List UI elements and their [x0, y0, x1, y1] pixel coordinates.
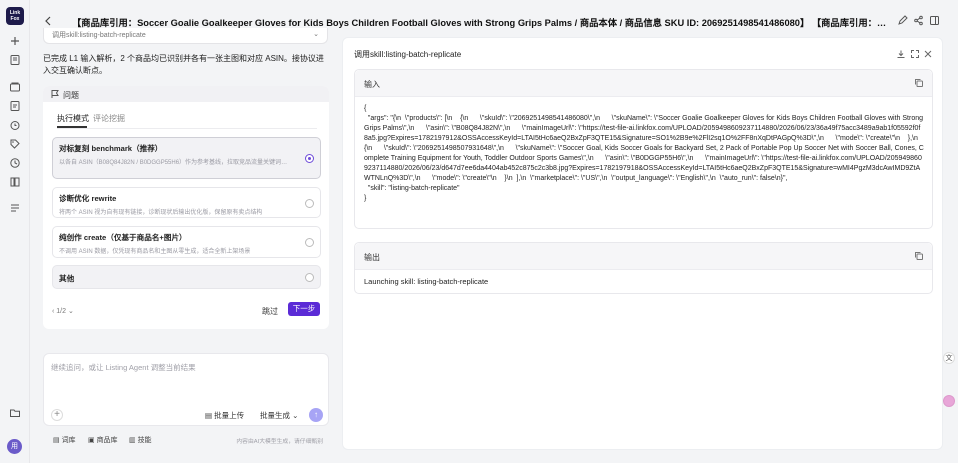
- option-rewrite[interactable]: 诊断优化 rewrite 将两个 ASIN 视为自有现有链接，诊断现状后输出优化…: [52, 187, 321, 218]
- footer-product-library-label: 商品库: [96, 437, 118, 444]
- active-tab-indicator: [57, 126, 87, 128]
- option-title: 对标复刻 benchmark（推荐）: [59, 144, 163, 153]
- assistant-message: 已完成 L1 输入解析，2 个商品均已识别并各有一张主图和对应 ASIN。接协议…: [43, 54, 324, 75]
- back-arrow-icon[interactable]: [43, 15, 53, 27]
- input-section-header: 输入: [355, 70, 932, 97]
- panel-title: 调用skill:listing-batch-replicate: [354, 50, 462, 59]
- document-icon[interactable]: [9, 100, 21, 112]
- batch-generate-label: 批量生成: [260, 411, 290, 420]
- close-icon[interactable]: [923, 49, 933, 59]
- option-title: 纯创作 create（仅基于商品名+图片）: [59, 233, 187, 242]
- chevron-down-icon[interactable]: ⌄: [313, 30, 319, 38]
- assistant-bubble-icon[interactable]: [943, 395, 955, 407]
- chat-footer: ▤ 词库 ▣ 商品库 ▥ 技能 内容由AI大模型生成，请仔细甄别: [43, 432, 329, 446]
- output-section-header: 输出: [355, 243, 932, 270]
- radio-create[interactable]: [305, 238, 314, 247]
- send-button[interactable]: ↑: [309, 408, 323, 422]
- option-title: 诊断优化 rewrite: [59, 194, 117, 203]
- edit-icon[interactable]: [897, 15, 908, 26]
- library-icon[interactable]: [9, 176, 21, 188]
- question-header: 问题: [43, 86, 329, 102]
- add-attachment-button[interactable]: +: [51, 409, 63, 421]
- footer-skills[interactable]: ▥ 技能: [129, 435, 152, 445]
- chat-input-placeholder: 继续追问，或让 Listing Agent 调整当前结果: [51, 363, 196, 372]
- plus-icon[interactable]: [9, 35, 21, 47]
- list-icon[interactable]: [9, 202, 21, 214]
- output-text: Launching skill: listing-batch-replicate: [364, 277, 489, 286]
- option-desc: 将两个 ASIN 视为自有现有链接，诊断现状后输出优化版，保留原有卖点结构: [59, 210, 263, 216]
- skill-detail-panel: 调用skill:listing-batch-replicate 输入 { "ar…: [342, 37, 943, 450]
- footer-lexicon-label: 词库: [61, 437, 76, 444]
- left-rail: Link Fox 用: [0, 0, 30, 463]
- question-card: 问题 执行模式 评论挖掘 对标复刻 benchmark（推荐） 以各自 ASIN…: [43, 86, 329, 329]
- option-other[interactable]: 其他: [52, 265, 321, 289]
- tabs-divider: [57, 128, 317, 129]
- skill-call-card[interactable]: 调用skill:listing-batch-replicate ⌄: [43, 28, 328, 44]
- radio-rewrite[interactable]: [305, 199, 314, 208]
- pager[interactable]: ‹ 1/2 ⌄: [52, 307, 74, 315]
- batch-upload-button[interactable]: ▤ 批量上传: [205, 410, 244, 421]
- skill-call-label: 调用skill:listing-batch-replicate: [52, 32, 146, 39]
- footer-skills-label: 技能: [137, 437, 152, 444]
- tab-review-mining[interactable]: 评论挖掘: [93, 113, 125, 124]
- download-icon[interactable]: [896, 49, 906, 59]
- alarm-icon[interactable]: [9, 119, 21, 131]
- option-create[interactable]: 纯创作 create（仅基于商品名+图片） 不调用 ASIN 数据，仅凭现有商品…: [52, 226, 321, 258]
- radio-benchmark[interactable]: [305, 154, 314, 163]
- translate-icon[interactable]: 文: [943, 352, 955, 364]
- book-icon[interactable]: [9, 54, 21, 66]
- shop-icon[interactable]: [9, 81, 21, 93]
- page-title: 【商品库引用：Soccer Goalie Goalkeeper Gloves f…: [72, 18, 892, 28]
- footer-product-library[interactable]: ▣ 商品库: [88, 435, 118, 445]
- expand-icon[interactable]: [910, 49, 920, 59]
- next-button[interactable]: 下一步: [288, 302, 320, 316]
- output-section-label: 输出: [364, 253, 380, 262]
- app-logo-text: Link Fox: [9, 10, 21, 22]
- radio-other[interactable]: [305, 273, 314, 282]
- batch-generate-button[interactable]: 批量生成 ⌄: [260, 410, 298, 421]
- avatar[interactable]: 用: [7, 439, 22, 454]
- input-section-label: 输入: [364, 80, 380, 89]
- footer-lexicon[interactable]: ▤ 词库: [53, 435, 76, 445]
- option-desc: 不调用 ASIN 数据，仅凭现有商品名和主图从零生成，适合全新上架场景: [59, 249, 251, 255]
- tag-icon[interactable]: [9, 138, 21, 150]
- chat-input[interactable]: 继续追问，或让 Listing Agent 调整当前结果 + ▤ 批量上传 批量…: [43, 353, 329, 426]
- app-logo[interactable]: Link Fox: [6, 7, 24, 25]
- copy-icon[interactable]: [914, 78, 924, 88]
- clock-icon[interactable]: [9, 157, 21, 169]
- share-icon[interactable]: [913, 15, 924, 26]
- skip-button[interactable]: 跳过: [262, 306, 278, 317]
- tab-execution-mode[interactable]: 执行模式: [57, 113, 89, 124]
- pager-text: 1/2: [56, 308, 67, 315]
- folder-icon[interactable]: [9, 407, 21, 419]
- batch-upload-label: 批量上传: [214, 411, 245, 420]
- question-label: 问题: [63, 91, 79, 100]
- input-section: 输入 { "args": "{\n \"products\": [\n {\n …: [354, 69, 933, 229]
- panel-toggle-icon[interactable]: [929, 15, 940, 26]
- option-desc: 以各自 ASIN（B08Q84J82N / B0DGGP55H6）作为参考基线，…: [59, 160, 289, 166]
- option-title: 其他: [59, 274, 75, 283]
- option-benchmark[interactable]: 对标复刻 benchmark（推荐） 以各自 ASIN（B08Q84J82N /…: [52, 137, 321, 179]
- output-section: 输出 Launching skill: listing-batch-replic…: [354, 242, 933, 294]
- copy-icon[interactable]: [914, 251, 924, 261]
- input-code: { "args": "{\n \"products\": [\n {\n \"s…: [364, 105, 924, 202]
- ai-disclaimer: 内容由AI大模型生成，请仔细甄别: [236, 439, 323, 445]
- question-flag-icon: [50, 89, 60, 99]
